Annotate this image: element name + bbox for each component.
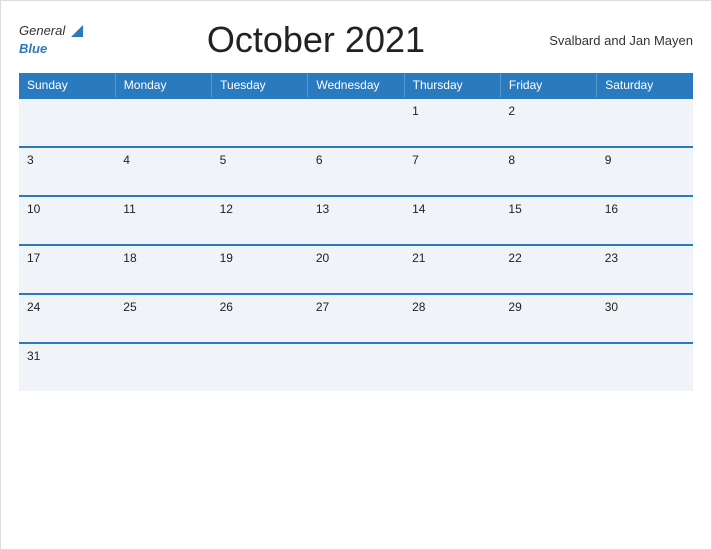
calendar-table: Sunday Monday Tuesday Wednesday Thursday…	[19, 73, 693, 391]
day-cell: 26	[212, 294, 308, 343]
day-cell	[212, 343, 308, 391]
day-cell	[308, 343, 404, 391]
day-cell: 21	[404, 245, 500, 294]
day-cell: 8	[500, 147, 596, 196]
header-sunday: Sunday	[19, 73, 115, 98]
day-cell	[404, 343, 500, 391]
header-thursday: Thursday	[404, 73, 500, 98]
day-cell: 7	[404, 147, 500, 196]
logo-area: General Blue	[19, 22, 83, 57]
header-monday: Monday	[115, 73, 211, 98]
day-cell: 2	[500, 98, 596, 147]
day-cell	[115, 343, 211, 391]
header-saturday: Saturday	[597, 73, 693, 98]
day-cell: 29	[500, 294, 596, 343]
day-cell: 14	[404, 196, 500, 245]
day-cell: 6	[308, 147, 404, 196]
days-header-row: Sunday Monday Tuesday Wednesday Thursday…	[19, 73, 693, 98]
calendar-wrapper: General Blue October 2021 Svalbard and J…	[0, 0, 712, 550]
header-wednesday: Wednesday	[308, 73, 404, 98]
day-cell: 9	[597, 147, 693, 196]
week-row-5: 31	[19, 343, 693, 391]
week-row-2: 10111213141516	[19, 196, 693, 245]
day-cell	[19, 98, 115, 147]
day-cell: 27	[308, 294, 404, 343]
calendar-header: General Blue October 2021 Svalbard and J…	[19, 19, 693, 61]
day-cell: 5	[212, 147, 308, 196]
header-tuesday: Tuesday	[212, 73, 308, 98]
region-label: Svalbard and Jan Mayen	[549, 33, 693, 48]
calendar-title: October 2021	[83, 19, 549, 61]
week-row-1: 3456789	[19, 147, 693, 196]
day-cell: 4	[115, 147, 211, 196]
day-cell: 1	[404, 98, 500, 147]
day-cell: 31	[19, 343, 115, 391]
day-cell: 3	[19, 147, 115, 196]
logo-general-text: General	[19, 23, 65, 38]
day-cell: 15	[500, 196, 596, 245]
day-cell: 12	[212, 196, 308, 245]
week-row-3: 17181920212223	[19, 245, 693, 294]
day-cell	[308, 98, 404, 147]
day-cell: 17	[19, 245, 115, 294]
day-cell: 28	[404, 294, 500, 343]
day-cell: 19	[212, 245, 308, 294]
day-cell: 13	[308, 196, 404, 245]
logo-triangle-icon	[71, 25, 83, 37]
day-cell: 25	[115, 294, 211, 343]
logo-blue-text: Blue	[19, 41, 47, 56]
day-cell	[115, 98, 211, 147]
day-cell: 11	[115, 196, 211, 245]
calendar-body: 1234567891011121314151617181920212223242…	[19, 98, 693, 391]
header-friday: Friday	[500, 73, 596, 98]
day-cell: 18	[115, 245, 211, 294]
day-cell	[500, 343, 596, 391]
week-row-4: 24252627282930	[19, 294, 693, 343]
day-cell: 30	[597, 294, 693, 343]
logo-line2: Blue	[19, 40, 47, 58]
day-cell: 22	[500, 245, 596, 294]
day-cell	[597, 343, 693, 391]
day-cell: 20	[308, 245, 404, 294]
day-cell	[597, 98, 693, 147]
day-cell: 23	[597, 245, 693, 294]
day-cell: 24	[19, 294, 115, 343]
day-cell: 16	[597, 196, 693, 245]
day-cell: 10	[19, 196, 115, 245]
day-cell	[212, 98, 308, 147]
week-row-0: 12	[19, 98, 693, 147]
logo-line1: General	[19, 22, 83, 40]
